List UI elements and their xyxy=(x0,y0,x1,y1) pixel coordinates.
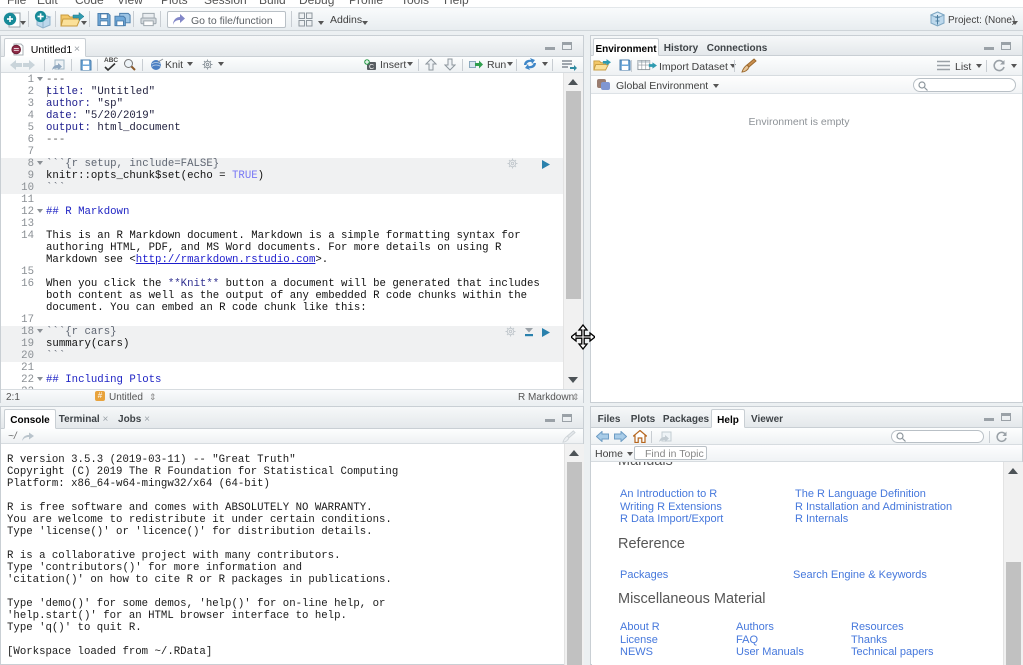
svg-text:C: C xyxy=(369,64,374,71)
